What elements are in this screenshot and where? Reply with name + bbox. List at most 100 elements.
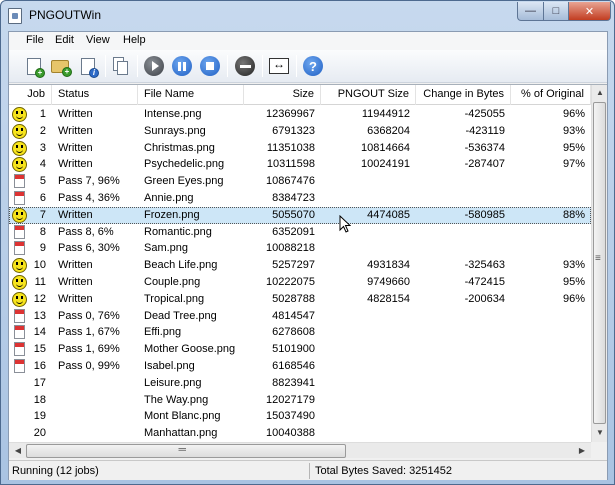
table-row[interactable]: 10 Written Beach Life.png 5257297 4931834 -32…: [9, 257, 591, 274]
cell-change: [416, 392, 511, 409]
scroll-down-icon[interactable]: ▼: [592, 428, 607, 437]
menu-file[interactable]: File: [26, 34, 44, 46]
menu-view[interactable]: View: [86, 34, 110, 46]
menu-help[interactable]: Help: [123, 34, 146, 46]
column-header-size[interactable]: Size: [244, 85, 321, 105]
table-row[interactable]: 1 Written Intense.png 12369967 11944912 -4250…: [9, 106, 591, 123]
cell-percent: [511, 358, 591, 375]
cell-percent: [511, 375, 591, 392]
table-row[interactable]: 20 Manhattan.png 10040388: [9, 425, 591, 442]
cell-job: 7: [39, 208, 46, 221]
cell-file-name: Annie.png: [144, 192, 194, 204]
scroll-up-icon[interactable]: ▲: [592, 88, 607, 97]
fit-columns-button[interactable]: [268, 55, 290, 77]
cell-file-name: Sam.png: [144, 242, 189, 255]
cell-pngout-size: 4474085: [367, 208, 410, 221]
table-row[interactable]: 16 Pass 0, 99% Isabel.png 6168546: [9, 358, 591, 375]
table-row[interactable]: 18 The Way.png 12027179: [9, 392, 591, 409]
cell-file-name: Leisure.png: [144, 376, 202, 389]
table-row[interactable]: 12 Written Tropical.png 5028788 4828154 -2006…: [9, 291, 591, 308]
cell-pngout-size: 11944912: [361, 108, 410, 120]
horizontal-scrollbar[interactable]: ◀ ▶: [9, 442, 591, 458]
title-bar[interactable]: PNGOUTWin — □ ✕: [1, 1, 614, 31]
cell-size: 12369967: [266, 108, 315, 120]
table-row[interactable]: 13 Pass 0, 76% Dead Tree.png 4814547: [9, 308, 591, 325]
cell-job: 12: [33, 292, 46, 305]
stop-button[interactable]: [199, 55, 221, 77]
column-header-percent[interactable]: % of Original: [511, 85, 591, 105]
table-row[interactable]: 2 Written Sunrays.png 6791323 6368204 -423119…: [9, 123, 591, 140]
column-header-job[interactable]: Job: [9, 85, 52, 105]
vertical-scrollbar[interactable]: ▲ ▼: [591, 85, 607, 442]
cell-pngout-size: [321, 308, 416, 325]
table-row[interactable]: 6 Pass 4, 36% Annie.png 8384723: [9, 190, 591, 207]
cell-size: 5101900: [272, 343, 315, 356]
cell-status: Written: [58, 124, 93, 137]
cell-change: -472415: [464, 276, 505, 288]
cell-status: Pass 6, 30%: [58, 242, 120, 255]
copy-button[interactable]: [110, 55, 132, 77]
cell-pngout-size: [321, 173, 416, 190]
cell-change: -200634: [464, 292, 505, 305]
add-folder-icon: +: [51, 59, 72, 77]
remove-button[interactable]: [234, 55, 256, 77]
pause-button[interactable]: [171, 55, 193, 77]
scroll-corner: [591, 442, 607, 458]
minimize-button[interactable]: —: [517, 2, 544, 21]
status-separator: [309, 463, 310, 479]
table-row[interactable]: 17 Leisure.png 8823941: [9, 375, 591, 392]
table-row[interactable]: 11 Written Couple.png 10222075 9749660 -47241…: [9, 274, 591, 291]
column-header-pngout-size[interactable]: PNGOUT Size: [321, 85, 416, 105]
cell-file-name: Green Eyes.png: [144, 175, 224, 188]
column-header-status[interactable]: Status: [52, 85, 138, 105]
file-info-button[interactable]: i: [77, 55, 99, 78]
cell-percent: [511, 308, 591, 325]
cell-job: 5: [39, 175, 46, 188]
table-row[interactable]: 5 Pass 7, 96% Green Eyes.png 10867476: [9, 173, 591, 190]
cell-percent: 88%: [562, 208, 585, 221]
cell-job: 9: [39, 242, 46, 255]
column-header-file-name[interactable]: File Name: [138, 85, 244, 105]
start-button[interactable]: [143, 55, 165, 77]
column-header-change[interactable]: Change in Bytes: [416, 85, 511, 105]
scroll-right-icon[interactable]: ▶: [574, 446, 590, 455]
cell-pngout-size: 4828154: [367, 292, 410, 305]
table-row[interactable]: 7 Written Frozen.png 5055070 4474085 -580985 8…: [9, 206, 591, 224]
cell-file-name: Beach Life.png: [144, 259, 218, 272]
cell-file-name: Effi.png: [144, 326, 182, 339]
cell-status: Pass 1, 69%: [58, 343, 120, 356]
table-row[interactable]: 8 Pass 8, 6% Romantic.png 6352091: [9, 224, 591, 241]
table-row[interactable]: 3 Written Christmas.png 11351038 10814664 -53…: [9, 140, 591, 157]
cell-percent: [511, 224, 591, 241]
job-list[interactable]: Job Status File Name Size PNGOUT Size Ch…: [9, 84, 607, 458]
add-folder-button[interactable]: +: [49, 55, 72, 77]
scroll-left-icon[interactable]: ◀: [10, 446, 26, 455]
table-row[interactable]: 9 Pass 6, 30% Sam.png 10088218: [9, 240, 591, 257]
close-button[interactable]: ✕: [568, 2, 611, 21]
cell-pngout-size: [321, 375, 416, 392]
cell-file-name: Couple.png: [144, 276, 201, 288]
table-row[interactable]: 19 Mont Blanc.png 15037490: [9, 408, 591, 425]
cell-file-name: Sunrays.png: [144, 124, 206, 137]
horizontal-scroll-thumb[interactable]: [26, 444, 346, 458]
menu-edit[interactable]: Edit: [55, 34, 74, 46]
cell-percent: 97%: [562, 158, 585, 171]
cell-size: 5055070: [272, 208, 315, 221]
table-row[interactable]: 15 Pass 1, 69% Mother Goose.png 5101900: [9, 341, 591, 358]
cell-status: Pass 7, 96%: [58, 175, 120, 188]
status-bytes-saved: Total Bytes Saved: 3251452: [315, 465, 452, 477]
help-button[interactable]: ?: [302, 55, 324, 77]
add-file-button[interactable]: +: [23, 55, 45, 78]
cell-pngout-size: 10814664: [361, 141, 410, 154]
cell-pngout-size: [321, 408, 416, 425]
cell-size: 8384723: [272, 192, 315, 204]
table-row[interactable]: 4 Written Psychedelic.png 10311598 10024191 -…: [9, 156, 591, 173]
cell-change: [416, 425, 511, 442]
cell-pngout-size: [321, 341, 416, 358]
cell-percent: 96%: [562, 292, 585, 305]
app-icon[interactable]: [8, 8, 22, 24]
cell-pngout-size: [321, 392, 416, 409]
vertical-scroll-thumb[interactable]: [593, 102, 606, 424]
table-row[interactable]: 14 Pass 1, 67% Effi.png 6278608: [9, 324, 591, 341]
maximize-button[interactable]: □: [543, 2, 569, 21]
